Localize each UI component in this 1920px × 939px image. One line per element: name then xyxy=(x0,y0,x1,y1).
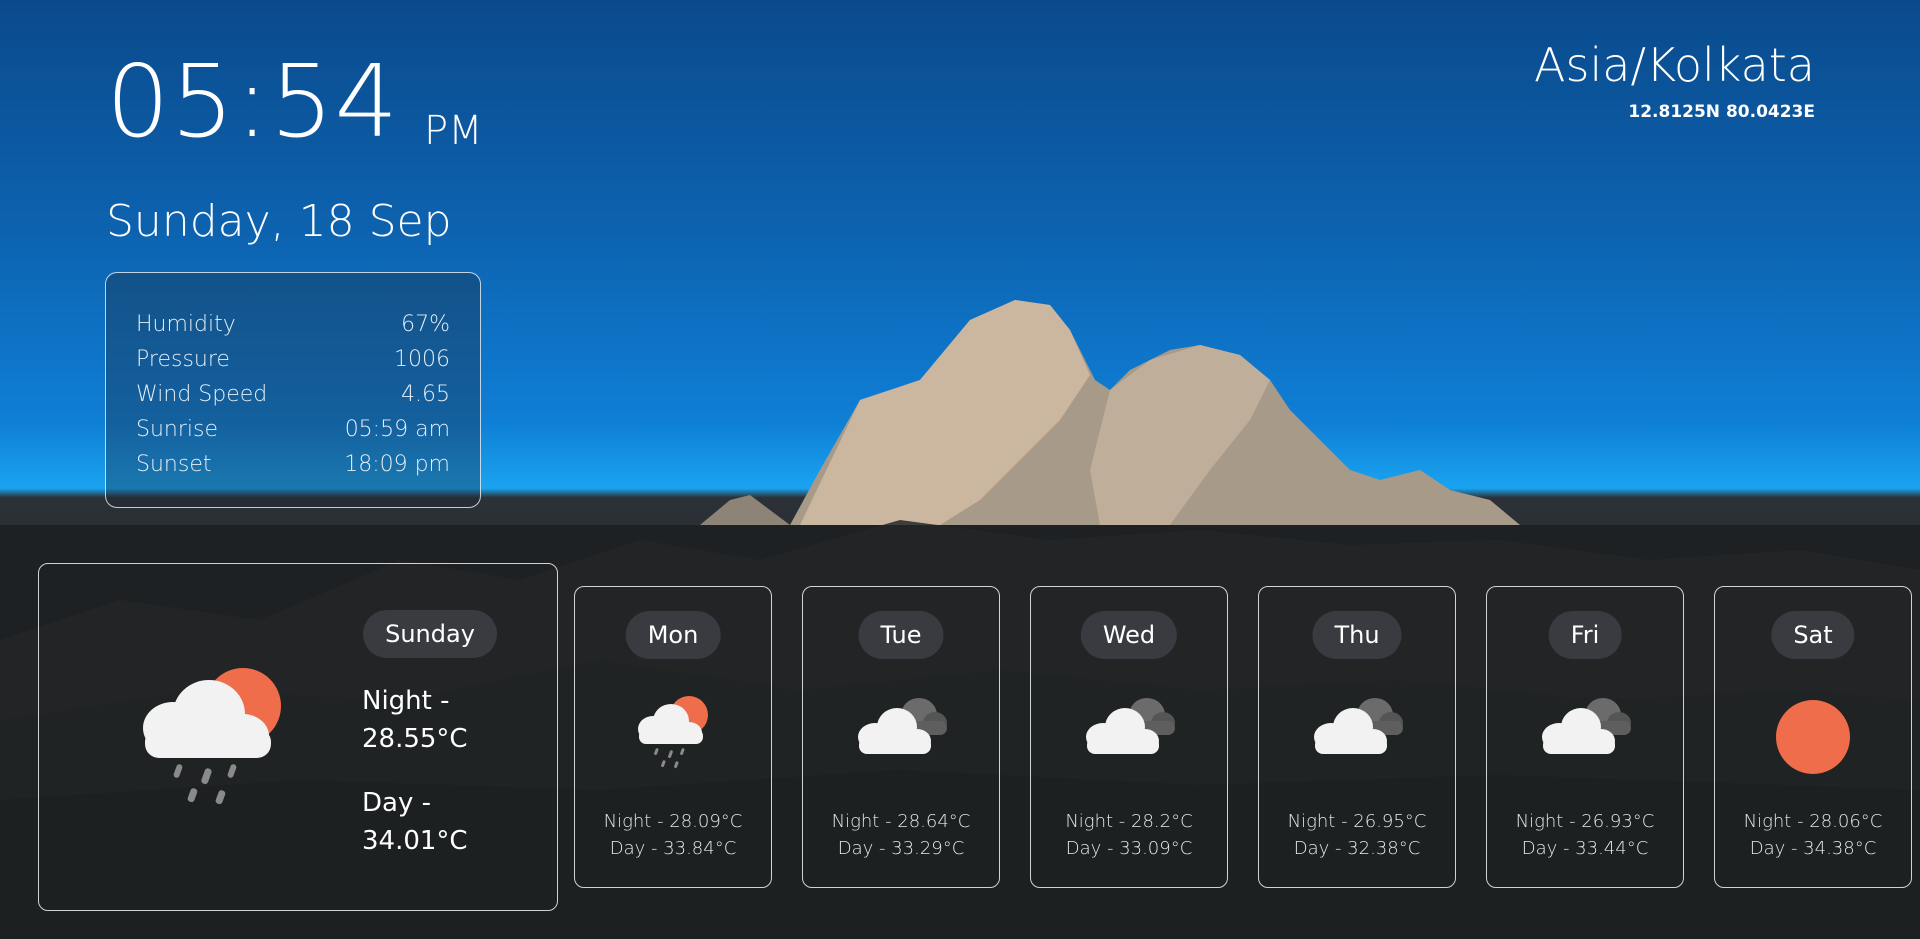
rain-cloud-sun-icon xyxy=(633,693,713,775)
today-forecast-card[interactable]: Sunday Night - 28.55°C Day - 34.01°C xyxy=(38,563,558,911)
today-day-label: Sunday xyxy=(363,610,497,658)
today-day-temp: 34.01°C xyxy=(362,826,468,856)
weather-details-card: Humidity 67% Pressure 1006 Wind Speed 4.… xyxy=(105,272,481,508)
today-night-temp: 28.55°C xyxy=(362,724,468,754)
forecast-day-temp: Day - 33.09°C xyxy=(1065,838,1193,859)
forecast-day-temp: Day - 34.38°C xyxy=(1749,838,1877,859)
forecast-day-temp: Day - 33.84°C xyxy=(609,838,737,859)
detail-value: 18:09 pm xyxy=(344,452,450,477)
clouds-icon xyxy=(1309,693,1405,767)
forecast-night-temp: Night - 26.95°C xyxy=(1287,811,1427,832)
forecast-day-temp: Day - 33.29°C xyxy=(837,838,965,859)
detail-label: Wind Speed xyxy=(136,382,268,407)
forecast-night-temp: Night - 28.06°C xyxy=(1743,811,1883,832)
forecast-day-label: Tue xyxy=(858,611,944,659)
forecast-day-label: Wed xyxy=(1080,611,1178,659)
detail-value: 67% xyxy=(401,312,450,337)
today-night-label: Night - xyxy=(362,686,450,716)
forecast-card-mon[interactable]: Mon Night - 28.09°C Day - 33.84°C xyxy=(574,586,772,888)
detail-row-humidity: Humidity 67% xyxy=(136,307,450,342)
forecast-night-temp: Night - 28.09°C xyxy=(603,811,743,832)
detail-row-sunset: Sunset 18:09 pm xyxy=(136,447,450,482)
detail-value: 1006 xyxy=(394,347,450,372)
forecast-card-sat[interactable]: Sat Night - 28.06°C Day - 34.38°C xyxy=(1714,586,1912,888)
today-day-temp-label: Day - xyxy=(362,788,431,818)
clouds-icon xyxy=(853,693,949,767)
detail-row-wind-speed: Wind Speed 4.65 xyxy=(136,377,450,412)
detail-label: Sunrise xyxy=(136,417,219,442)
clock-time: 05:54 xyxy=(106,43,400,160)
forecast-card-fri[interactable]: Fri Night - 26.93°C Day - 33.44°C xyxy=(1486,586,1684,888)
forecast-night-temp: Night - 28.64°C xyxy=(831,811,971,832)
detail-label: Humidity xyxy=(136,312,236,337)
forecast-day-label: Sat xyxy=(1771,611,1855,659)
forecast-night-temp: Night - 28.2°C xyxy=(1065,811,1193,832)
forecast-day-temp: Day - 32.38°C xyxy=(1293,838,1421,859)
detail-label: Pressure xyxy=(136,347,230,372)
detail-row-pressure: Pressure 1006 xyxy=(136,342,450,377)
coordinates-label: 12.8125N 80.0423E xyxy=(1628,102,1815,122)
sun-icon xyxy=(1775,699,1851,779)
detail-row-sunrise: Sunrise 05:59 am xyxy=(136,412,450,447)
current-date: Sunday, 18 Sep xyxy=(106,196,452,247)
rain-cloud-sun-icon xyxy=(131,656,299,810)
forecast-night-temp: Night - 26.93°C xyxy=(1515,811,1655,832)
detail-label: Sunset xyxy=(136,452,212,477)
forecast-card-wed[interactable]: Wed Night - 28.2°C Day - 33.09°C xyxy=(1030,586,1228,888)
timezone-label: Asia/Kolkata xyxy=(1534,38,1815,92)
clouds-icon xyxy=(1081,693,1177,767)
forecast-card-thu[interactable]: Thu Night - 26.95°C Day - 32.38°C xyxy=(1258,586,1456,888)
forecast-card-tue[interactable]: Tue Night - 28.64°C Day - 33.29°C xyxy=(802,586,1000,888)
forecast-day-label: Thu xyxy=(1312,611,1402,659)
forecast-day-temp: Day - 33.44°C xyxy=(1521,838,1649,859)
detail-value: 05:59 am xyxy=(344,417,450,442)
detail-value: 4.65 xyxy=(401,382,450,407)
forecast-day-label: Fri xyxy=(1548,611,1622,659)
clouds-icon xyxy=(1537,693,1633,767)
forecast-day-label: Mon xyxy=(625,611,721,659)
clock-ampm: PM xyxy=(424,108,483,154)
